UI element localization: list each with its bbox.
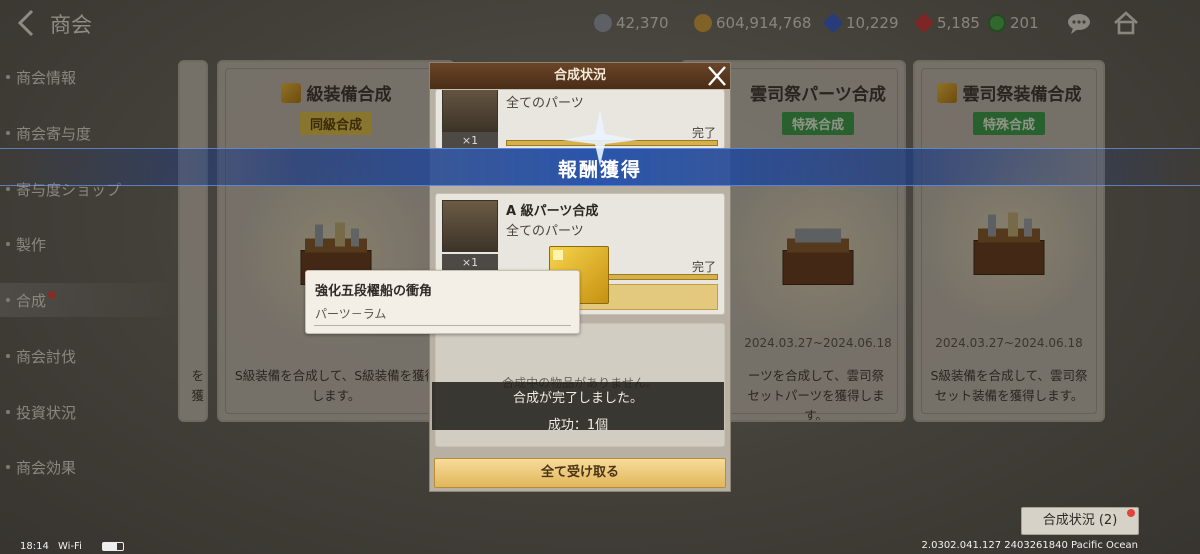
wifi-indicator: Wi-Fi: [58, 541, 82, 552]
entry-subtitle: 全てのパーツ: [506, 224, 584, 239]
synthesis-status-button[interactable]: 合成状況 (2): [1021, 507, 1139, 535]
close-button[interactable]: [703, 63, 731, 89]
sparkle-icon: [562, 110, 638, 166]
entry-status: 完了: [691, 126, 716, 140]
item-thumbnail: [442, 200, 498, 252]
version-text: 2.0302.041.127 2403261840 Pacific Ocean: [921, 540, 1138, 551]
entry-status: 完了: [691, 260, 716, 274]
item-name: 強化五段櫂船の衝角: [315, 284, 433, 299]
item-thumbnail: [442, 90, 498, 132]
claim-all-button[interactable]: 全て受け取る: [434, 458, 726, 488]
clock: 18:14: [20, 541, 49, 552]
rarity-corner: [553, 250, 563, 260]
divider: [314, 325, 571, 326]
item-type: パーツ－ラム: [315, 307, 387, 321]
battery-icon: [102, 542, 124, 551]
toast-message: 合成が完了しました。: [512, 391, 643, 406]
notification-dot: [1127, 509, 1135, 517]
dialog-title: 合成状況: [430, 63, 730, 89]
status-button-label: 合成状況 (2): [1042, 513, 1118, 528]
entry-title: A 級パーツ合成: [506, 204, 599, 219]
close-icon: [708, 66, 726, 86]
item-tooltip: 強化五段櫂船の衝角 パーツ－ラム: [305, 270, 580, 334]
item-quantity: ×1: [442, 132, 498, 148]
toast-count: 成功：1個: [547, 418, 609, 433]
completion-toast: 合成が完了しました。 成功：1個: [432, 382, 724, 433]
system-status-bar: 18:14 Wi-Fi 2.0302.041.127 2403261840 Pa…: [0, 538, 1200, 554]
